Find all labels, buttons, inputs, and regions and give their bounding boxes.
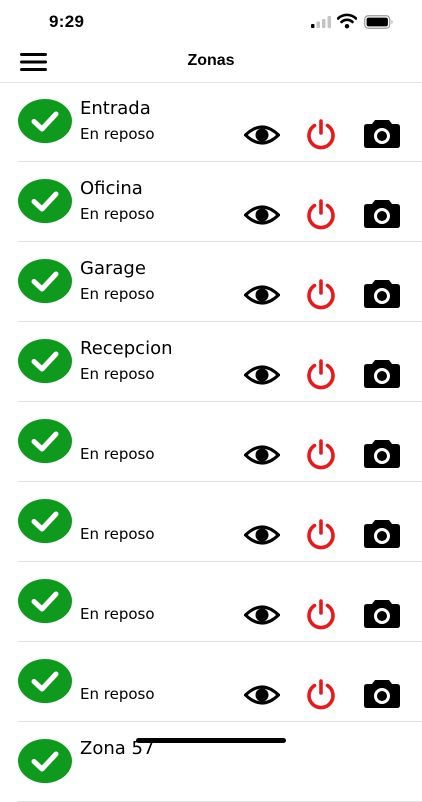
eye-icon[interactable] <box>244 684 280 706</box>
camera-icon[interactable] <box>363 679 401 709</box>
zone-row[interactable]: En reposo <box>18 482 422 562</box>
camera-icon[interactable] <box>363 279 401 309</box>
zone-row[interactable]: En reposo <box>18 642 422 722</box>
zone-status: En reposo <box>80 365 155 383</box>
eye-icon[interactable] <box>244 124 280 146</box>
check-circle-icon <box>18 179 72 223</box>
check-circle-icon <box>18 499 72 543</box>
eye-icon[interactable] <box>244 524 280 546</box>
zone-list: Entrada En reposo Oficina En reposo Gara… <box>0 82 422 802</box>
zone-name: Recepcion <box>80 338 173 359</box>
home-indicator <box>136 738 286 743</box>
check-circle-icon <box>18 419 72 463</box>
zone-name: Oficina <box>80 178 143 199</box>
wifi-icon <box>337 13 357 29</box>
eye-icon[interactable] <box>244 364 280 386</box>
check-circle-icon <box>18 579 72 623</box>
camera-icon[interactable] <box>363 599 401 629</box>
zone-status: En reposo <box>80 205 155 223</box>
camera-icon[interactable] <box>363 519 401 549</box>
camera-icon[interactable] <box>363 359 401 389</box>
eye-icon[interactable] <box>244 284 280 306</box>
zone-row[interactable]: Garage En reposo <box>18 242 422 322</box>
zone-status: En reposo <box>80 285 155 303</box>
power-icon[interactable] <box>305 278 337 310</box>
camera-icon[interactable] <box>363 199 401 229</box>
zone-row[interactable]: Recepcion En reposo <box>18 322 422 402</box>
camera-icon[interactable] <box>363 439 401 469</box>
power-icon[interactable] <box>305 598 337 630</box>
power-icon[interactable] <box>305 198 337 230</box>
check-circle-icon <box>18 659 72 703</box>
power-icon[interactable] <box>305 518 337 550</box>
battery-icon <box>364 15 393 29</box>
status-time: 9:29 <box>49 12 85 31</box>
zone-row[interactable]: En reposo <box>18 402 422 482</box>
power-icon[interactable] <box>305 118 337 150</box>
check-circle-icon <box>18 99 72 143</box>
eye-icon[interactable] <box>244 204 280 226</box>
check-circle-icon <box>18 259 72 303</box>
zone-name: Entrada <box>80 98 151 119</box>
eye-icon[interactable] <box>244 444 280 466</box>
zone-status: En reposo <box>80 445 155 463</box>
zone-row[interactable]: Zona 57 <box>18 722 422 802</box>
check-circle-icon <box>18 339 72 383</box>
zone-status: En reposo <box>80 125 155 143</box>
status-bar: 9:29 <box>0 0 422 44</box>
zone-status: En reposo <box>80 605 155 623</box>
zone-row[interactable]: Oficina En reposo <box>18 162 422 242</box>
camera-icon[interactable] <box>363 119 401 149</box>
page-title: Zonas <box>187 52 235 69</box>
cellular-signal-icon <box>311 16 331 28</box>
power-icon[interactable] <box>305 358 337 390</box>
zone-status: En reposo <box>80 525 155 543</box>
zone-status: En reposo <box>80 685 155 703</box>
zone-row[interactable]: Entrada En reposo <box>18 82 422 162</box>
zone-name: Garage <box>80 258 146 279</box>
check-circle-icon <box>18 739 72 783</box>
eye-icon[interactable] <box>244 604 280 626</box>
power-icon[interactable] <box>305 678 337 710</box>
navigation-bar: Zonas <box>0 44 422 83</box>
zone-row[interactable]: En reposo <box>18 562 422 642</box>
power-icon[interactable] <box>305 438 337 470</box>
